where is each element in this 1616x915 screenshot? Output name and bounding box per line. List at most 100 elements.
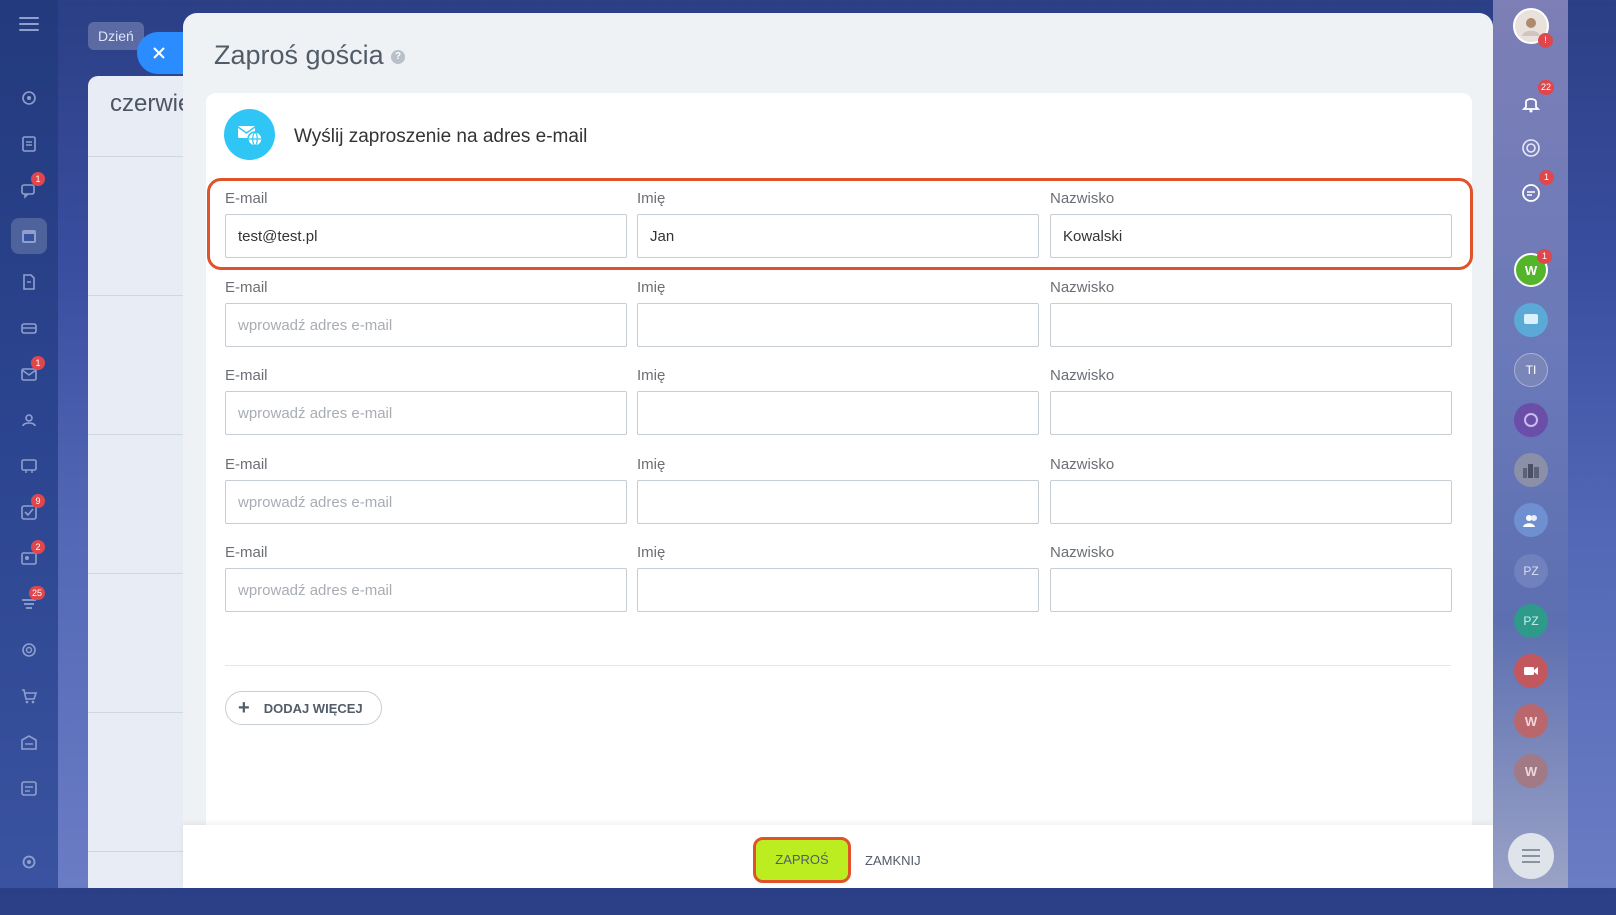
email-input[interactable] [225, 480, 627, 524]
messages-badge: 1 [31, 172, 45, 186]
avatar-w-green[interactable]: W 1 [1514, 249, 1552, 287]
email-globe-icon [224, 109, 275, 160]
dialog-footer: ZAPROŚ ZAMKNIJ [183, 825, 1493, 888]
last-name-label: Nazwisko [1050, 279, 1115, 296]
left-sidebar: 1 1 9 2 25 [0, 0, 58, 888]
tasks-icon[interactable]: 9 [11, 494, 47, 530]
last-name-label: Nazwisko [1050, 544, 1115, 561]
avatar-pz[interactable]: PZ [1514, 554, 1548, 588]
first-name-input[interactable] [637, 480, 1039, 524]
first-name-label: Imię [637, 456, 666, 473]
avatar-initial: TI [1525, 363, 1537, 377]
last-name-input[interactable] [1050, 303, 1452, 347]
day-view-tab[interactable]: Dzień [88, 22, 144, 50]
target-icon[interactable] [1514, 131, 1548, 165]
user-alert-badge: ! [1538, 33, 1553, 48]
invite-button[interactable]: ZAPROŚ [753, 837, 851, 883]
email-label: E-mail [225, 190, 268, 207]
avatar-w[interactable]: W [1514, 704, 1548, 738]
pipeline-icon[interactable]: 25 [11, 586, 47, 622]
email-field-group: E-mail [225, 279, 627, 347]
list-icon [1522, 849, 1540, 863]
notifications-badge: 22 [1537, 80, 1554, 95]
email-input[interactable] [225, 214, 627, 258]
email-input[interactable] [225, 391, 627, 435]
menu-icon[interactable] [19, 17, 39, 33]
close-button[interactable]: ZAMKNIJ [865, 847, 921, 875]
last-name-input[interactable] [1050, 480, 1452, 524]
calendar-icon[interactable] [11, 218, 47, 254]
email-label: E-mail [225, 456, 268, 473]
goals-icon[interactable] [11, 632, 47, 668]
help-icon[interactable]: ? [391, 50, 405, 64]
guest-row: E-mail Imię Nazwisko [225, 190, 1452, 268]
first-name-label: Imię [637, 544, 666, 561]
mail-icon[interactable]: 1 [11, 356, 47, 392]
schedule-icon[interactable] [11, 770, 47, 806]
first-name-input[interactable] [637, 568, 1039, 612]
first-name-input[interactable] [637, 214, 1039, 258]
invite-form-card: Wyślij zaproszenie na adres e-mail E-mai… [206, 93, 1473, 888]
add-more-label: DODAJ WIĘCEJ [263, 700, 363, 716]
email-field-group: E-mail [225, 456, 627, 524]
avatar-spiral[interactable] [1514, 403, 1548, 437]
avatar-initial: W [1524, 262, 1538, 278]
messenger-icon[interactable]: 1 [11, 172, 47, 208]
close-slider-button[interactable] [137, 32, 183, 74]
first-name-label: Imię [637, 279, 666, 296]
activity-stream-icon[interactable] [11, 80, 47, 116]
add-more-button[interactable]: + DODAJ WIĘCEJ [225, 691, 382, 725]
first-name-field-group: Imię [637, 279, 1039, 347]
boards-icon[interactable] [11, 448, 47, 484]
email-field-group: E-mail [225, 544, 627, 612]
plus-icon: + [238, 697, 250, 719]
notifications-bell-icon[interactable]: 22 [1514, 80, 1554, 120]
warehouse-icon[interactable] [11, 724, 47, 760]
email-label: E-mail [225, 544, 268, 561]
mail-badge: 1 [31, 356, 45, 370]
email-input[interactable] [225, 303, 627, 347]
avatar-initial: W [1524, 763, 1538, 779]
email-field-group: E-mail [225, 367, 627, 435]
invite-guest-slider: Zaproś gościa ? Wyślij zaproszenie na ad… [183, 13, 1493, 888]
settings-gear-icon[interactable] [11, 844, 47, 880]
guest-row: E-mail Imię Nazwisko [225, 456, 1452, 534]
background-calendar: Dzień czerwie [58, 0, 218, 888]
documents-icon[interactable] [11, 264, 47, 300]
last-name-input[interactable] [1050, 214, 1452, 258]
shop-cart-icon[interactable] [11, 678, 47, 714]
last-name-field-group: Nazwisko [1050, 367, 1452, 435]
last-name-input[interactable] [1050, 391, 1452, 435]
dialog-title: Zaproś gościa [214, 40, 384, 70]
avatar-initial: PZ [1523, 564, 1539, 578]
contacts-badge: 2 [31, 540, 45, 554]
video-call-icon[interactable] [1514, 654, 1548, 688]
chat-sync-icon[interactable]: 1 [1514, 170, 1554, 210]
last-name-field-group: Nazwisko [1050, 190, 1452, 258]
email-label: E-mail [225, 367, 268, 384]
email-label: E-mail [225, 279, 268, 296]
group-avatar[interactable] [1514, 503, 1548, 537]
email-input[interactable] [225, 568, 627, 612]
contacts-icon[interactable]: 2 [11, 540, 47, 576]
last-name-input[interactable] [1050, 568, 1452, 612]
first-name-input[interactable] [637, 303, 1039, 347]
avatar-w-muted[interactable]: W [1514, 754, 1548, 788]
avatar-ti[interactable]: TI [1514, 353, 1548, 387]
right-sidebar: ! 22 1 W 1 TI PZ PZ W W [1493, 0, 1568, 888]
last-name-label: Nazwisko [1050, 456, 1115, 473]
group-chat-avatar[interactable] [1514, 303, 1548, 337]
month-label: czerwie [110, 90, 192, 117]
avatar-city-photo[interactable] [1514, 453, 1548, 487]
guest-row: E-mail Imię Nazwisko [225, 279, 1452, 357]
right-menu-button[interactable] [1508, 833, 1554, 879]
user-avatar[interactable]: ! [1513, 8, 1553, 48]
last-name-label: Nazwisko [1050, 367, 1115, 384]
tasks-list-icon[interactable] [11, 126, 47, 162]
drive-icon[interactable] [11, 310, 47, 346]
avatar-pz-teal[interactable]: PZ [1514, 604, 1548, 638]
first-name-input[interactable] [637, 391, 1039, 435]
last-name-field-group: Nazwisko [1050, 456, 1452, 524]
groups-icon[interactable] [11, 402, 47, 438]
first-name-field-group: Imię [637, 367, 1039, 435]
